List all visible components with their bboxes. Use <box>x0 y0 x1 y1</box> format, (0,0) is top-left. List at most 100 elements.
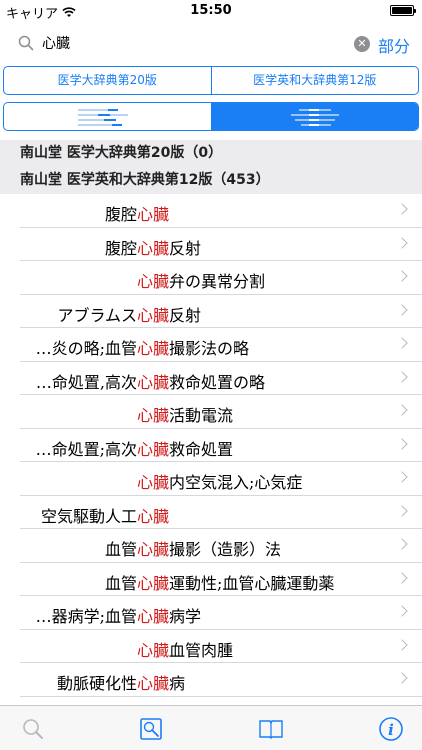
result-suffix: 運動性;血管心臓運動薬 <box>169 573 335 593</box>
match-mode-button[interactable]: 部分 <box>378 33 410 57</box>
chevron-right-icon <box>396 538 408 550</box>
result-row[interactable]: 空気駆動人工心臓 <box>20 496 422 529</box>
result-keyword: 心臓 <box>137 573 170 593</box>
result-prefix: …炎の略;血管 <box>35 339 137 358</box>
result-suffix: 反射 <box>169 238 202 258</box>
result-prefix: アブラムス <box>57 305 137 325</box>
result-row[interactable]: 腹腔心臓反射 <box>20 228 422 261</box>
result-text: 動脈硬化性心臓病 <box>57 670 185 694</box>
result-prefix: 腹腔 <box>104 238 137 258</box>
chevron-right-icon <box>396 571 408 584</box>
result-prefix: …命処置;高次 <box>35 439 137 459</box>
chevron-right-icon <box>396 337 408 349</box>
search-field[interactable]: ✕ <box>12 30 370 58</box>
result-keyword: 心臓 <box>137 272 170 291</box>
result-prefix: 血管 <box>104 540 137 559</box>
result-row[interactable]: 血管心臓撮影（造影）法 <box>20 529 422 563</box>
result-suffix: 内空気混入;心気症 <box>169 473 303 492</box>
result-text: 腹腔心臓 <box>105 201 169 225</box>
chevron-right-icon <box>396 471 408 483</box>
image-search-icon[interactable] <box>138 716 164 742</box>
result-list: 腹腔心臓 腹腔心臓反射 心臓弁の異常分割 アブラムス心臓反射 …炎の略;血管心臓撮影法の… <box>0 194 422 697</box>
result-keyword: 心臓 <box>137 607 170 626</box>
result-row[interactable]: 腹腔心臓 <box>20 194 422 228</box>
result-keyword: 心臓 <box>137 439 170 459</box>
result-row[interactable]: 血管心臓運動性;血管心臓運動薬 <box>20 563 422 596</box>
chevron-right-icon <box>396 638 408 651</box>
result-suffix: 撮影法の略 <box>169 339 250 358</box>
clear-search-icon[interactable]: ✕ <box>354 36 370 52</box>
result-text: …器病学;血管心臓病学 <box>36 603 201 627</box>
tab-bar: i <box>0 705 422 750</box>
segment-dictionary-2[interactable]: 医学英和大辞典第12版 <box>210 67 419 94</box>
result-text: アブラムス心臓反射 <box>57 302 201 326</box>
result-row[interactable]: …命処置,高次心臓救命処置の略 <box>20 362 422 395</box>
result-text: …炎の略;血管心臓撮影法の略 <box>36 335 249 359</box>
segment-left-aligned-mode[interactable] <box>4 103 211 130</box>
result-row[interactable]: アブラムス心臓反射 <box>20 295 422 328</box>
result-text: 心臓活動電流 <box>137 402 233 426</box>
result-prefix: 血管 <box>104 573 137 593</box>
result-text: …命処置;高次心臓救命処置 <box>36 436 233 460</box>
result-keyword: 心臓 <box>137 372 170 392</box>
chevron-right-icon <box>396 270 408 282</box>
result-row[interactable]: 心臓弁の異常分割 <box>20 261 422 295</box>
result-text: …命処置,高次心臓救命処置の略 <box>36 369 265 393</box>
result-text: 血管心臓撮影（造影）法 <box>105 536 281 560</box>
result-prefix: 動脈硬化性 <box>56 674 137 693</box>
chevron-right-icon <box>396 404 408 416</box>
search-icon[interactable] <box>20 716 46 742</box>
result-keyword: 心臓 <box>137 473 170 492</box>
chevron-right-icon <box>396 370 408 383</box>
result-suffix: 活動電流 <box>169 406 234 425</box>
result-suffix: 救命処置の略 <box>169 372 266 392</box>
result-row[interactable]: …器病学;血管心臓病学 <box>20 596 422 630</box>
section-header-dictionary-2[interactable]: 南山堂 医学英和大辞典第12版（453） <box>0 167 422 194</box>
display-mode-segmented-control <box>3 102 419 131</box>
result-row[interactable]: 心臓活動電流 <box>20 395 422 429</box>
result-keyword: 心臓 <box>137 305 170 325</box>
result-text: 心臓内空気混入;心気症 <box>137 469 302 493</box>
result-keyword: 心臓 <box>137 406 170 425</box>
result-keyword: 心臓 <box>137 238 170 258</box>
result-suffix: 弁の異常分割 <box>169 272 266 291</box>
result-text: 血管心臓運動性;血管心臓運動薬 <box>105 570 334 594</box>
result-keyword: 心臓 <box>137 339 170 358</box>
result-keyword: 心臓 <box>137 540 170 559</box>
chevron-right-icon <box>396 605 408 617</box>
svg-text:i: i <box>388 721 394 739</box>
result-suffix: 血管肉腫 <box>169 640 234 660</box>
segment-centered-mode[interactable] <box>211 103 418 130</box>
result-row[interactable]: 動脈硬化性心臓病 <box>20 663 422 697</box>
result-row[interactable]: …炎の略;血管心臓撮影法の略 <box>20 328 422 362</box>
result-suffix: 病学 <box>169 607 202 626</box>
result-keyword: 心臓 <box>137 205 170 224</box>
result-row[interactable]: 心臓血管肉腫 <box>20 630 422 663</box>
result-text: 腹腔心臓反射 <box>105 235 201 259</box>
result-prefix: 空気駆動人工 <box>40 506 137 526</box>
section-header-dictionary-1[interactable]: 南山堂 医学大辞典第20版（0） <box>0 140 422 167</box>
segment-dictionary-1[interactable]: 医学大辞典第20版 <box>4 67 211 94</box>
centered-lines-icon <box>285 108 345 126</box>
book-icon[interactable] <box>258 716 284 742</box>
result-text: 空気駆動人工心臓 <box>41 503 169 527</box>
result-text: 心臓弁の異常分割 <box>137 268 265 292</box>
result-prefix: …命処置,高次 <box>35 372 137 392</box>
result-suffix: 救命処置 <box>169 439 234 459</box>
chevron-right-icon <box>396 303 408 316</box>
result-text: 心臓血管肉腫 <box>137 637 233 661</box>
info-icon[interactable]: i <box>378 716 404 742</box>
status-bar: キャリア 15:50 <box>0 0 422 22</box>
result-suffix: 反射 <box>169 305 202 325</box>
chevron-right-icon <box>396 437 408 450</box>
result-suffix: 病 <box>169 674 186 693</box>
result-prefix: …器病学;血管 <box>35 607 137 626</box>
search-input[interactable] <box>42 35 342 51</box>
result-keyword: 心臓 <box>137 640 170 660</box>
result-suffix: 撮影（造影）法 <box>169 540 282 559</box>
result-row[interactable]: 心臓内空気混入;心気症 <box>20 462 422 496</box>
search-icon <box>18 35 34 51</box>
clock: 15:50 <box>190 3 232 18</box>
result-row[interactable]: …命処置;高次心臓救命処置 <box>20 429 422 462</box>
chevron-right-icon <box>396 672 408 684</box>
